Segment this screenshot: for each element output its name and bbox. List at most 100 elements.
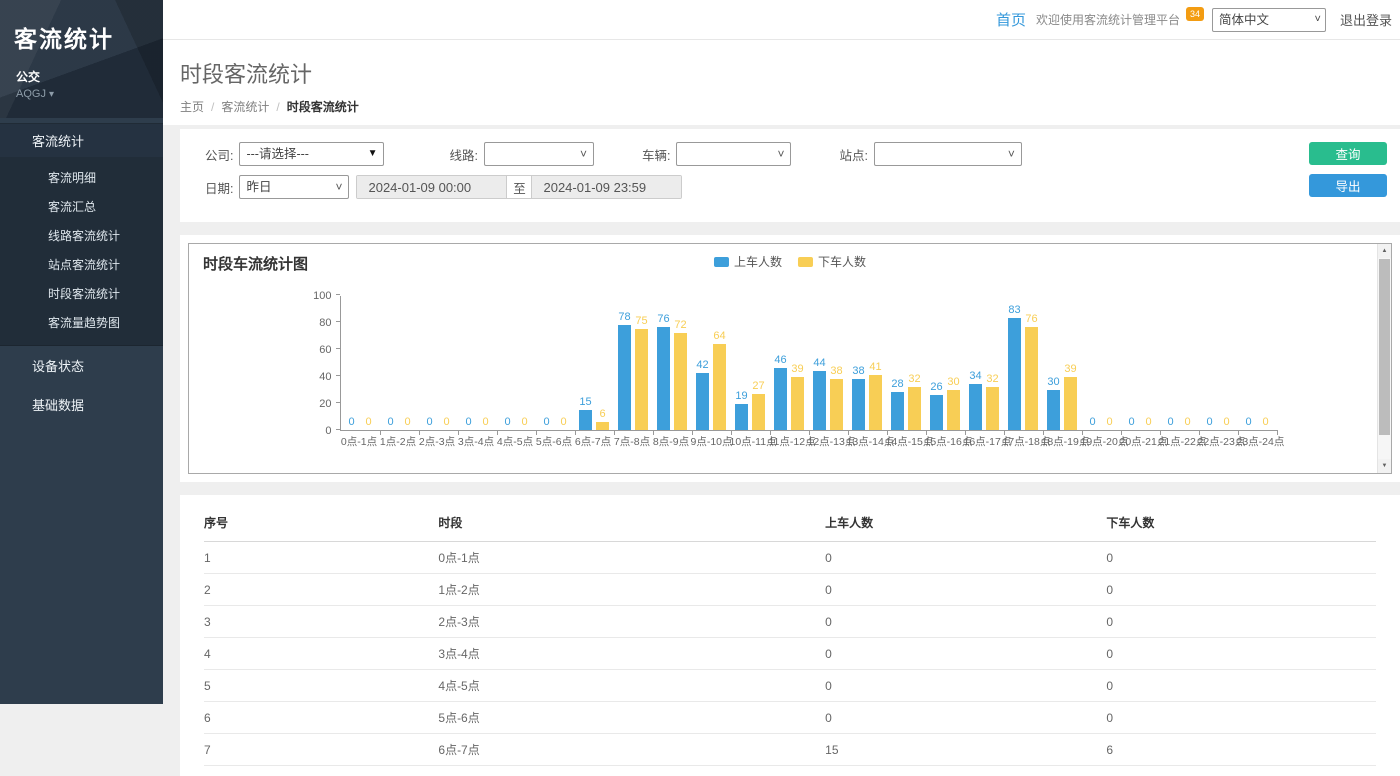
query-button[interactable]: 查询 xyxy=(1309,142,1387,165)
legend-label: 上车人数 xyxy=(734,253,782,270)
bar-value-label: 28 xyxy=(891,379,903,390)
vehicle-select[interactable] xyxy=(676,142,791,166)
bar-value-label: 0 xyxy=(465,417,471,428)
breadcrumb-item[interactable]: 主页 xyxy=(180,100,204,114)
bar-value-label: 0 xyxy=(348,417,354,428)
y-tick-label: 80 xyxy=(319,317,331,329)
bar-value-label: 0 xyxy=(1106,417,1112,428)
date-range-separator: 至 xyxy=(506,176,532,198)
language-select-wrap: 简体中文 ˅ xyxy=(1212,8,1326,32)
x-tick-label: 12点-13点 xyxy=(808,434,847,449)
bar-value-label: 0 xyxy=(1089,417,1095,428)
home-link[interactable]: 首页 xyxy=(996,9,1026,30)
app-title: 客流统计 xyxy=(14,20,163,54)
y-tick-label: 100 xyxy=(313,290,331,302)
export-button[interactable]: 导出 xyxy=(1309,174,1387,197)
scroll-up-icon[interactable]: ▲ xyxy=(1378,244,1391,258)
date-start-input[interactable] xyxy=(357,176,506,198)
bar-value-label: 0 xyxy=(1184,417,1190,428)
sidebar-group-passenger-stats[interactable]: 客流统计 xyxy=(0,123,163,157)
bar-group: 00 xyxy=(380,295,419,430)
bar-value-label: 0 xyxy=(1206,417,1212,428)
x-tick-label: 17点-18点 xyxy=(1003,434,1042,449)
y-tick-mark xyxy=(336,348,340,349)
table-header-row: 序号时段上车人数下车人数 xyxy=(204,505,1376,542)
bar-value-label: 76 xyxy=(1025,314,1037,325)
bar: 41 xyxy=(869,375,882,430)
sidebar-submenu: 客流明细客流汇总线路客流统计站点客流统计时段客流统计客流量趋势图 xyxy=(0,157,163,346)
breadcrumb: 主页/客流统计/时段客流统计 xyxy=(180,98,1400,115)
bar-value-label: 75 xyxy=(635,316,647,327)
bar: 39 xyxy=(791,377,804,430)
bar-group: 156 xyxy=(575,295,614,430)
vehicle-label: 车辆: xyxy=(642,145,670,164)
legend-item[interactable]: 上车人数 xyxy=(714,253,782,270)
bar-group: 1927 xyxy=(731,295,770,430)
station-select[interactable] xyxy=(874,142,1022,166)
bar-value-label: 83 xyxy=(1008,305,1020,316)
welcome-text: 欢迎使用客流统计管理平台 xyxy=(1036,11,1180,28)
bar-value-label: 0 xyxy=(560,417,566,428)
scrollbar-thumb[interactable] xyxy=(1379,259,1390,435)
org-code-dropdown[interactable]: AQGJ▾ xyxy=(16,88,163,100)
x-tick-label: 11点-12点 xyxy=(769,434,808,449)
x-tick-label: 6点-7点 xyxy=(574,434,613,449)
legend-item[interactable]: 下车人数 xyxy=(798,253,866,270)
date-end-input[interactable] xyxy=(532,176,681,198)
date-preset-select[interactable]: 昨日 xyxy=(239,175,349,199)
table-cell: 0 xyxy=(825,702,1106,734)
table-row: 65点-6点00 xyxy=(204,702,1376,734)
sidebar-item-客流汇总[interactable]: 客流汇总 xyxy=(0,192,163,221)
table-header-cell: 时段 xyxy=(438,505,825,542)
bar-value-label: 38 xyxy=(830,366,842,377)
table-cell: 6点-7点 xyxy=(438,734,825,766)
bar-group: 00 xyxy=(1238,295,1277,430)
sidebar-item-线路客流统计[interactable]: 线路客流统计 xyxy=(0,221,163,250)
station-label: 站点: xyxy=(839,145,867,164)
legend-swatch xyxy=(798,257,813,267)
chart-plot: 0000000000001567875767242641927463944383… xyxy=(340,296,1277,431)
bar: 75 xyxy=(635,329,648,430)
bar-value-label: 38 xyxy=(852,366,864,377)
x-tick-label: 8点-9点 xyxy=(652,434,691,449)
scroll-down-icon[interactable]: ▼ xyxy=(1378,459,1391,473)
filter-panel: 公司: ---请选择--- ▼ 线路: ˅ 车辆: ˅ 站点: xyxy=(180,129,1400,222)
line-select[interactable] xyxy=(484,142,594,166)
sidebar-item-客流明细[interactable]: 客流明细 xyxy=(0,163,163,192)
sidebar-header: 客流统计 公交 AQGJ▾ xyxy=(0,0,163,118)
bar-value-label: 0 xyxy=(543,417,549,428)
table-cell: 2 xyxy=(204,574,438,606)
sidebar-item-客流量趋势图[interactable]: 客流量趋势图 xyxy=(0,308,163,337)
sidebar-item-device-status[interactable]: 设备状态 xyxy=(0,346,163,385)
company-label: 公司: xyxy=(205,145,233,164)
breadcrumb-item: 时段客流统计 xyxy=(287,100,359,114)
bar: 78 xyxy=(618,325,631,430)
bar-value-label: 0 xyxy=(365,417,371,428)
x-tick-label: 14点-15点 xyxy=(886,434,925,449)
logout-link[interactable]: 退出登录 xyxy=(1340,10,1392,29)
bar: 30 xyxy=(947,390,960,431)
vehicle-select-wrap: ˅ xyxy=(676,142,791,166)
sidebar-item-时段客流统计[interactable]: 时段客流统计 xyxy=(0,279,163,308)
x-tick-label: 22点-23点 xyxy=(1198,434,1237,449)
bar-group: 00 xyxy=(1199,295,1238,430)
table-panel: 序号时段上车人数下车人数 10点-1点0021点-2点0032点-3点0043点… xyxy=(180,495,1400,776)
language-select[interactable]: 简体中文 xyxy=(1212,8,1326,32)
bar-value-label: 72 xyxy=(674,320,686,331)
company-select[interactable]: ---请选择--- xyxy=(239,142,384,166)
bar-value-label: 26 xyxy=(930,382,942,393)
bar-value-label: 27 xyxy=(752,381,764,392)
table-cell: 0 xyxy=(825,606,1106,638)
y-tick-label: 20 xyxy=(319,398,331,410)
sidebar-item-base-data[interactable]: 基础数据 xyxy=(0,385,163,424)
main-area: 首页 欢迎使用客流统计管理平台 34 简体中文 ˅ 退出登录 时段客流统计 主页… xyxy=(163,0,1400,704)
station-select-wrap: ˅ xyxy=(874,142,1022,166)
bar-value-label: 39 xyxy=(791,364,803,375)
table-cell: 0 xyxy=(1106,670,1376,702)
bar: 64 xyxy=(713,344,726,430)
date-preset-select-wrap: 昨日 ˅ xyxy=(239,175,349,199)
breadcrumb-item[interactable]: 客流统计 xyxy=(221,100,269,114)
legend-swatch xyxy=(714,257,729,267)
sidebar-item-站点客流统计[interactable]: 站点客流统计 xyxy=(0,250,163,279)
stats-table: 序号时段上车人数下车人数 10点-1点0021点-2点0032点-3点0043点… xyxy=(204,505,1376,766)
